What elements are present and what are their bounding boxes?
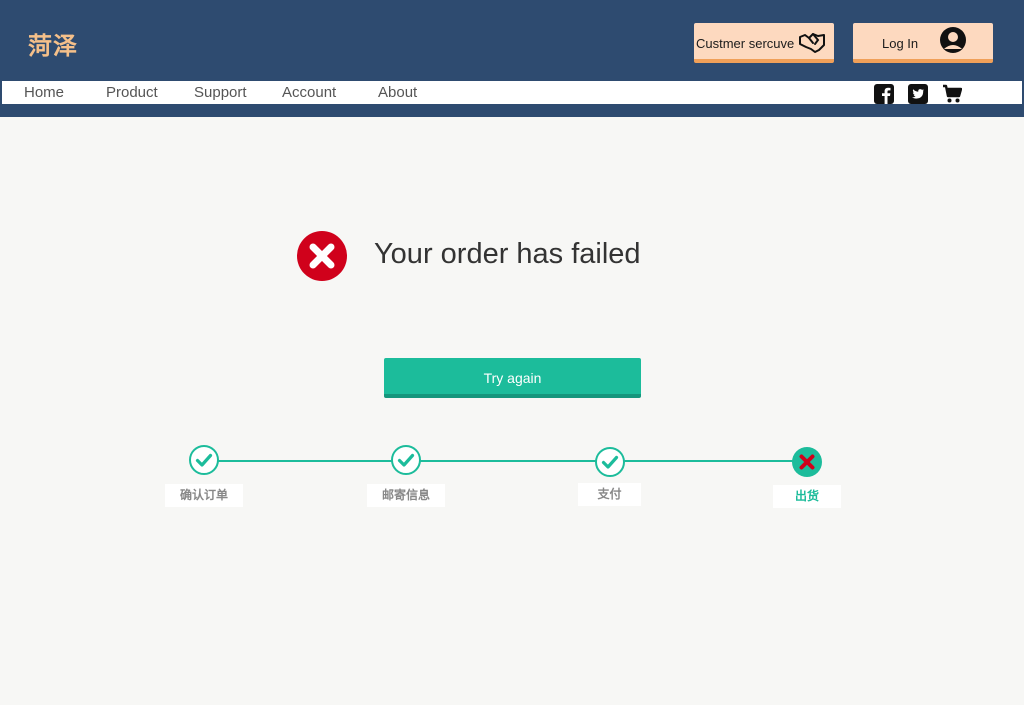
step-label-shipment: 出货 (773, 485, 841, 508)
nav-account[interactable]: Account (282, 84, 336, 101)
step-label-payment: 支付 (578, 483, 641, 506)
order-failed-message: Your order has failed (374, 238, 641, 270)
nav-about[interactable]: About (378, 84, 417, 101)
step-check-icon (189, 445, 219, 475)
main-nav: Home Product Support Account About (2, 81, 1022, 104)
step-label-shipping-info: 邮寄信息 (367, 484, 445, 507)
customer-service-label: Custmer sercuve (696, 36, 795, 51)
customer-service-button[interactable]: Custmer sercuve (694, 23, 834, 63)
step-failed-icon (792, 447, 822, 477)
top-header: 菏泽 Custmer sercuve Log In Home Product S… (0, 0, 1024, 117)
nav-product[interactable]: Product (106, 84, 158, 101)
login-button[interactable]: Log In (853, 23, 993, 63)
handshake-icon (799, 33, 825, 53)
try-again-button[interactable]: Try again (384, 358, 641, 398)
user-circle-icon (940, 27, 966, 53)
facebook-icon[interactable] (874, 84, 894, 104)
progress-track (205, 460, 807, 462)
error-circle-icon (297, 231, 347, 281)
step-label-confirm-order: 确认订单 (165, 484, 243, 507)
step-check-icon (595, 447, 625, 477)
nav-home[interactable]: Home (24, 84, 64, 101)
step-check-icon (391, 445, 421, 475)
twitter-icon[interactable] (908, 84, 928, 104)
nav-support[interactable]: Support (194, 84, 247, 101)
login-label: Log In (882, 36, 919, 51)
brand-logo[interactable]: 菏泽 (28, 26, 78, 61)
cart-icon[interactable] (942, 84, 962, 104)
